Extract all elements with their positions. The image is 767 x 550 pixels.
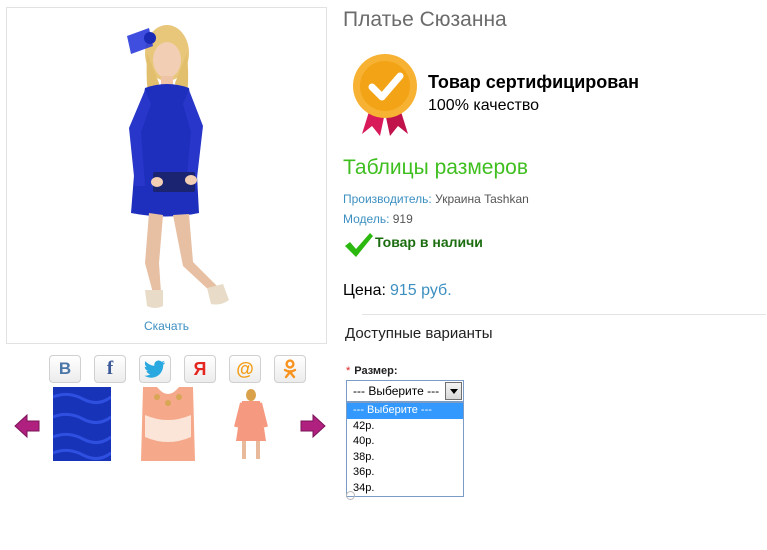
peach-dress-top-thumb (139, 387, 197, 461)
size-option[interactable]: 42р. (347, 419, 463, 435)
size-label-text: Размер: (354, 365, 398, 377)
product-photo-dress (127, 25, 229, 308)
gallery-prev-arrow-icon[interactable] (14, 413, 40, 439)
gallery-thumbnail[interactable] (53, 387, 111, 461)
size-select[interactable]: --- Выберите --- (346, 380, 464, 402)
vk-share-button[interactable]: В (49, 355, 81, 383)
manufacturer-row: Производитель: Украина Tashkan (343, 192, 529, 206)
yandex-share-button[interactable]: Я (184, 355, 216, 383)
mail-icon: @ (236, 358, 254, 379)
odnoklassniki-share-button[interactable] (274, 355, 306, 383)
download-link[interactable]: Скачать (7, 319, 326, 333)
gallery-thumbnail[interactable] (139, 387, 197, 461)
size-option[interactable]: --- Выберите --- (347, 403, 463, 419)
yandex-icon: Я (193, 358, 207, 379)
divider (362, 314, 766, 315)
size-select-value: --- Выберите --- (353, 384, 440, 398)
size-label: * Размер: (346, 365, 398, 377)
twitter-share-button[interactable] (139, 355, 171, 383)
size-table-link[interactable]: Таблицы размеров (343, 156, 528, 180)
certificate-subtitle: 100% качество (428, 97, 540, 114)
peach-dress-back-thumb (222, 387, 280, 461)
model-label: Модель: (343, 212, 390, 226)
gallery-thumbnail[interactable] (222, 387, 280, 461)
odnoklassniki-icon (283, 359, 297, 379)
variants-title: Доступные варианты (345, 325, 493, 342)
price-value: 915 руб. (390, 282, 452, 299)
certificate-title: Товар сертифицирован (428, 72, 639, 92)
size-option[interactable]: 36р. (347, 465, 463, 481)
certificate-badge-icon (353, 54, 417, 136)
facebook-share-button[interactable]: f (94, 355, 126, 383)
radio-button[interactable] (346, 491, 355, 500)
product-title: Платье Сюзанна (343, 8, 507, 31)
manufacturer-label: Производитель: (343, 192, 432, 206)
required-marker: * (346, 365, 351, 377)
size-option[interactable]: 34р. (347, 481, 463, 497)
size-option[interactable]: 40р. (347, 434, 463, 450)
vk-icon: В (58, 359, 72, 378)
main-product-image[interactable]: Скачать (6, 7, 327, 344)
blue-lace-closeup-thumb (53, 387, 111, 461)
size-dropdown-list[interactable]: --- Выберите --- 42р. 40р. 38р. 36р. 34р… (346, 402, 464, 497)
chevron-down-icon[interactable] (445, 382, 462, 400)
gallery-next-arrow-icon[interactable] (300, 413, 326, 439)
price-label: Цена: (343, 282, 386, 299)
twitter-icon (144, 360, 165, 378)
model-row: Модель: 919 (343, 212, 413, 226)
in-stock-check-icon (345, 233, 373, 257)
facebook-icon: f (106, 358, 114, 379)
mail-share-button[interactable]: @ (229, 355, 261, 383)
manufacturer-value: Украина Tashkan (435, 192, 529, 206)
stock-status: Товар в наличи (375, 234, 483, 250)
size-option[interactable]: 38р. (347, 450, 463, 466)
model-value: 919 (392, 212, 413, 226)
